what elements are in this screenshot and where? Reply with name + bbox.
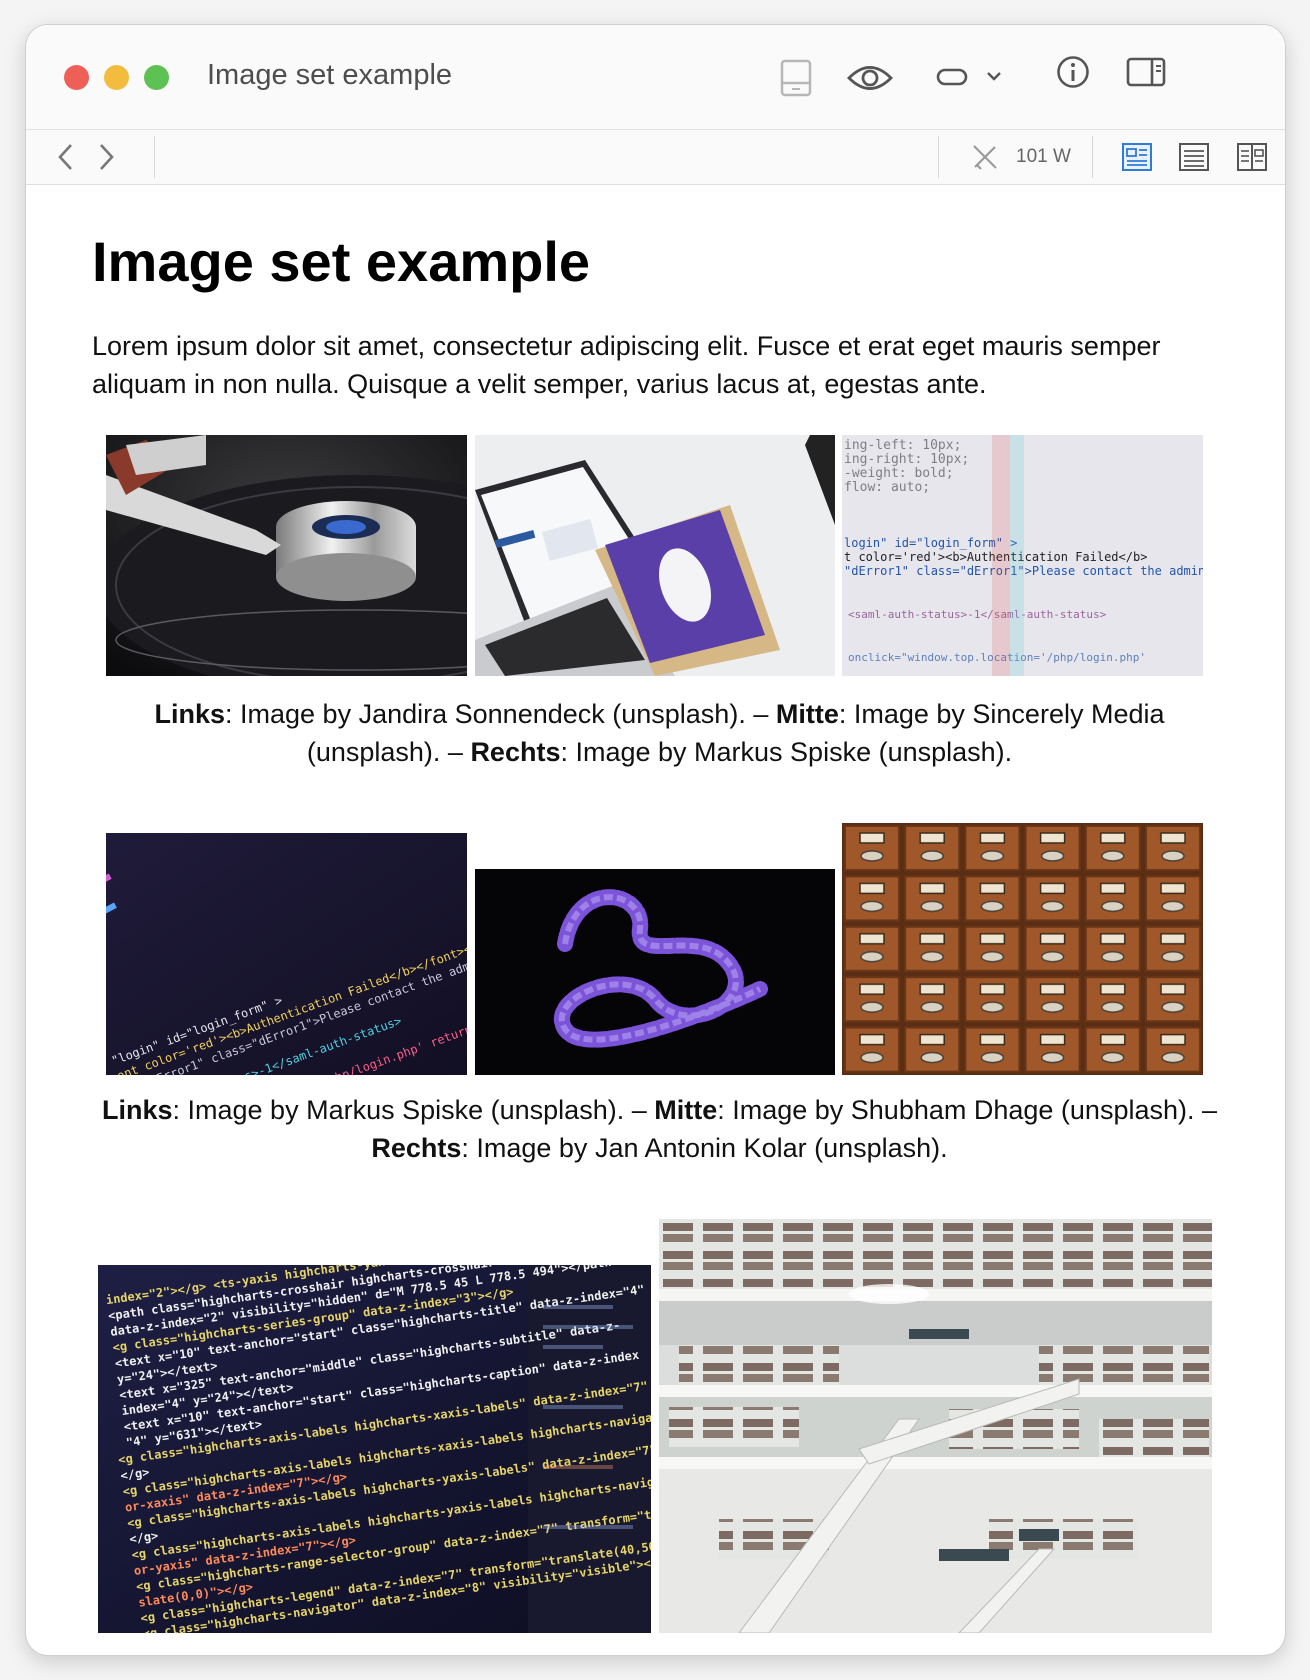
- caption-mid-label: Mitte: [775, 699, 839, 729]
- code-line: ing-right: 10px;: [844, 452, 969, 467]
- back-chevron-icon[interactable]: [56, 142, 76, 172]
- code-dark-image: "login" id="login_form" > ont color='red…: [106, 833, 467, 1075]
- caption-right-text: : Image by Markus Spiske (unsplash).: [560, 737, 1013, 767]
- code-line: login" id="login_form" >: [844, 536, 1017, 550]
- info-icon[interactable]: [1056, 55, 1090, 89]
- toolbar-divider: [154, 136, 155, 178]
- document-preview: Image set example Lorem ipsum dolor sit …: [26, 185, 1285, 1655]
- caption-right-label: Rechts: [470, 737, 561, 767]
- laptop-desk-image: [475, 435, 835, 676]
- window-title: Image set example: [207, 59, 453, 91]
- layout-text-icon[interactable]: [1178, 142, 1210, 172]
- word-count[interactable]: 101 W: [1016, 146, 1071, 168]
- caption-right-label: Rechts: [371, 1133, 462, 1163]
- highcharts-code-image: index="2"></g> <ts-yaxis highcharts-yaxi…: [98, 1265, 651, 1633]
- chevron-down-icon[interactable]: [986, 69, 1002, 83]
- close-window-button[interactable]: [64, 65, 89, 90]
- minimize-window-button[interactable]: [104, 65, 129, 90]
- caption-left-text: : Image by Markus Spiske (unsplash). –: [172, 1095, 655, 1125]
- toolbar-divider: [938, 136, 939, 178]
- purple-chain-image: [475, 869, 835, 1075]
- caption-row-2: Links: Image by Markus Spiske (unsplash)…: [92, 1091, 1227, 1167]
- layout-preview-icon[interactable]: [1121, 142, 1153, 172]
- theme-toggle-icon[interactable]: [936, 67, 968, 87]
- page-title: Image set example: [92, 230, 591, 293]
- caption-mid-label: Mitte: [654, 1095, 718, 1125]
- caption-left-text: : Image by Jandira Sonnendeck (unsplash)…: [225, 699, 776, 729]
- writing-tool-icon[interactable]: [971, 143, 999, 171]
- app-window: Image set example 101 W Image set exampl…: [26, 25, 1285, 1655]
- device-preview-icon[interactable]: [780, 59, 812, 97]
- title-bar: Image set example: [26, 25, 1285, 130]
- preview-eye-icon[interactable]: [847, 63, 893, 93]
- caption-mid-text: : Image by Shubham Dhage (unsplash). –: [717, 1095, 1218, 1125]
- caption-row-1: Links: Image by Jandira Sonnendeck (unsp…: [92, 695, 1227, 771]
- sidebar-toggle-icon[interactable]: [1126, 57, 1166, 87]
- zoom-window-button[interactable]: [144, 65, 169, 90]
- code-closeup-image: ing-left: 10px; ing-right: 10px; -weight…: [842, 435, 1203, 676]
- intro-paragraph: Lorem ipsum dolor sit amet, consectetur …: [92, 331, 1161, 399]
- editor-toolbar: 101 W: [26, 130, 1285, 185]
- code-line: <saml-auth-status>-1</saml-auth-status>: [848, 608, 1107, 621]
- code-line: ing-left: 10px;: [844, 438, 961, 453]
- layout-split-icon[interactable]: [1236, 142, 1268, 172]
- caption-left-label: Links: [154, 699, 226, 729]
- code-line: flow: auto;: [844, 480, 930, 495]
- caption-right-text: : Image by Jan Antonin Kolar (unsplash).: [461, 1133, 948, 1163]
- card-catalog-image: [842, 823, 1203, 1075]
- caption-left-label: Links: [101, 1095, 173, 1125]
- code-line: -weight: bold;: [844, 466, 954, 481]
- hard-drive-image: [106, 435, 467, 676]
- library-interior-image: [659, 1219, 1212, 1633]
- forward-chevron-icon[interactable]: [96, 142, 116, 172]
- toolbar-divider: [1092, 136, 1093, 178]
